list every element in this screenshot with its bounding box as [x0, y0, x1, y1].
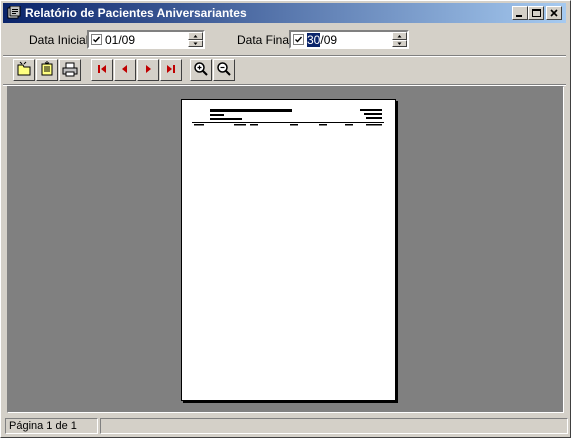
open-report-button[interactable]: [13, 59, 35, 81]
separator: [3, 55, 566, 57]
zoom-in-icon: [193, 61, 209, 80]
next-page-icon: [140, 61, 156, 80]
end-date-value[interactable]: /09: [320, 33, 337, 47]
spin-up-button[interactable]: [392, 32, 407, 40]
report-page-thumbnail: [181, 99, 396, 401]
save-report-icon: [39, 60, 55, 80]
end-date-checkbox[interactable]: [293, 34, 304, 45]
save-report-button[interactable]: [36, 59, 58, 81]
last-page-icon: [163, 61, 179, 80]
end-date-picker[interactable]: 30 /09: [289, 30, 409, 49]
first-page-icon: [94, 61, 110, 80]
minimize-button[interactable]: [512, 6, 528, 20]
last-page-button[interactable]: [160, 59, 182, 81]
title-bar[interactable]: Relatório de Pacientes Aniversariantes: [3, 3, 566, 23]
spin-down-button[interactable]: [392, 39, 407, 47]
report-preview-area[interactable]: [7, 86, 564, 413]
previous-page-button[interactable]: [114, 59, 136, 81]
first-page-button[interactable]: [91, 59, 113, 81]
open-report-icon: [16, 61, 32, 80]
status-bar: Página 1 de 1: [3, 417, 568, 435]
start-date-value[interactable]: 01/09: [105, 33, 135, 47]
zoom-out-button[interactable]: [213, 59, 235, 81]
print-button[interactable]: [59, 59, 81, 81]
start-date-label: Data Inicial:: [29, 33, 92, 47]
app-icon: [7, 5, 21, 20]
report-window: Relatório de Pacientes Aniversariantes D…: [0, 0, 571, 438]
start-date-checkbox[interactable]: [91, 34, 102, 45]
print-icon: [62, 61, 78, 80]
maximize-button[interactable]: [528, 6, 544, 20]
report-page-content: [192, 109, 384, 126]
spin-up-button[interactable]: [188, 32, 203, 40]
next-page-button[interactable]: [137, 59, 159, 81]
date-filters: Data Inicial: 01/09 Data Final: 30 /09: [1, 25, 570, 55]
spin-down-button[interactable]: [188, 39, 203, 47]
close-button[interactable]: [546, 6, 562, 20]
zoom-out-icon: [216, 61, 232, 80]
previous-page-icon: [117, 61, 133, 80]
status-panel-empty: [100, 418, 568, 434]
end-date-day-selected[interactable]: 30: [307, 32, 321, 47]
window-title: Relatório de Pacientes Aniversariantes: [25, 6, 247, 20]
end-date-spinner[interactable]: [392, 32, 407, 47]
start-date-spinner[interactable]: [188, 32, 203, 47]
zoom-in-button[interactable]: [190, 59, 212, 81]
page-indicator: Página 1 de 1: [5, 418, 98, 434]
end-date-label: Data Final:: [237, 33, 296, 47]
start-date-picker[interactable]: 01/09: [87, 30, 205, 49]
